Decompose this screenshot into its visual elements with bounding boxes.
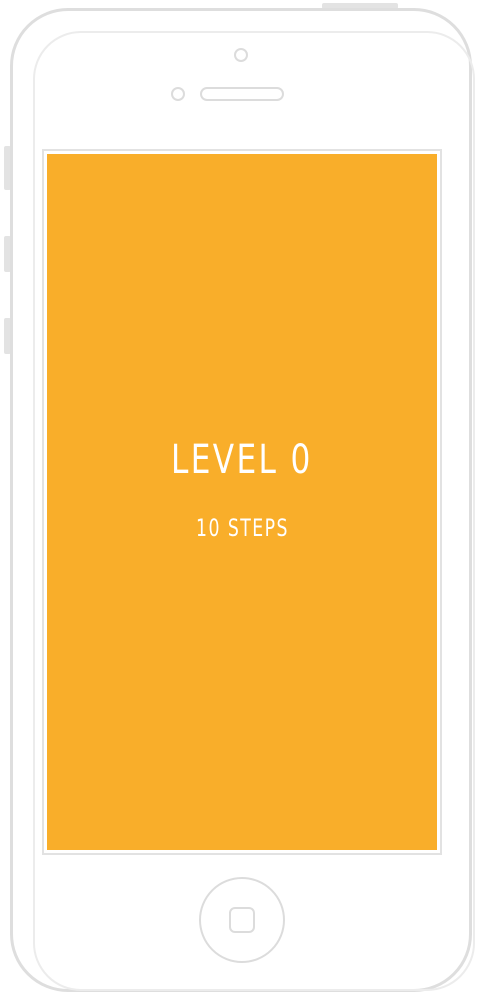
home-square-icon: [229, 907, 255, 933]
level-steps-count: 10 STEPS: [195, 514, 289, 542]
level-intro-screen[interactable]: LEVEL 0 10 STEPS: [47, 154, 437, 850]
proximity-sensor-icon: [171, 87, 185, 101]
home-button[interactable]: [199, 877, 285, 963]
level-title: LEVEL 0: [171, 437, 313, 483]
front-camera-icon: [234, 48, 248, 62]
device-mockup: LEVEL 0 10 STEPS: [0, 0, 482, 1000]
earpiece-speaker-icon: [200, 87, 284, 101]
